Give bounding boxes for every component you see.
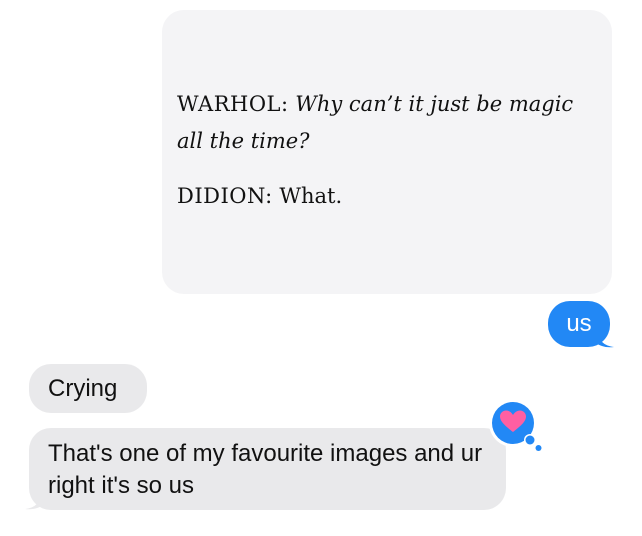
message-text: us xyxy=(566,310,592,337)
quote-line-didion: DIDION: What. xyxy=(177,178,597,215)
quote-line-warhol: WARHOL: Why can’t it just be magic all t… xyxy=(177,86,597,160)
speaker-warhol: WARHOL: xyxy=(177,92,289,116)
message-text: Crying xyxy=(48,375,118,402)
bubble-tail-incoming xyxy=(25,492,43,510)
message-bubble-incoming[interactable]: Crying xyxy=(29,364,147,413)
quote-didion-text: What. xyxy=(279,184,343,208)
speaker-didion: DIDION: xyxy=(177,184,273,208)
message-text: That's one of my favourite images and ur… xyxy=(48,440,483,499)
shared-image-card[interactable]: WARHOL: Why can’t it just be magic all t… xyxy=(162,10,612,294)
message-bubble-incoming[interactable]: That's one of my favourite images and ur… xyxy=(29,428,506,510)
heart-reaction-badge[interactable] xyxy=(487,397,543,453)
bubble-tail-outgoing xyxy=(596,330,614,348)
quote-text: WARHOL: Why can’t it just be magic all t… xyxy=(177,86,597,215)
